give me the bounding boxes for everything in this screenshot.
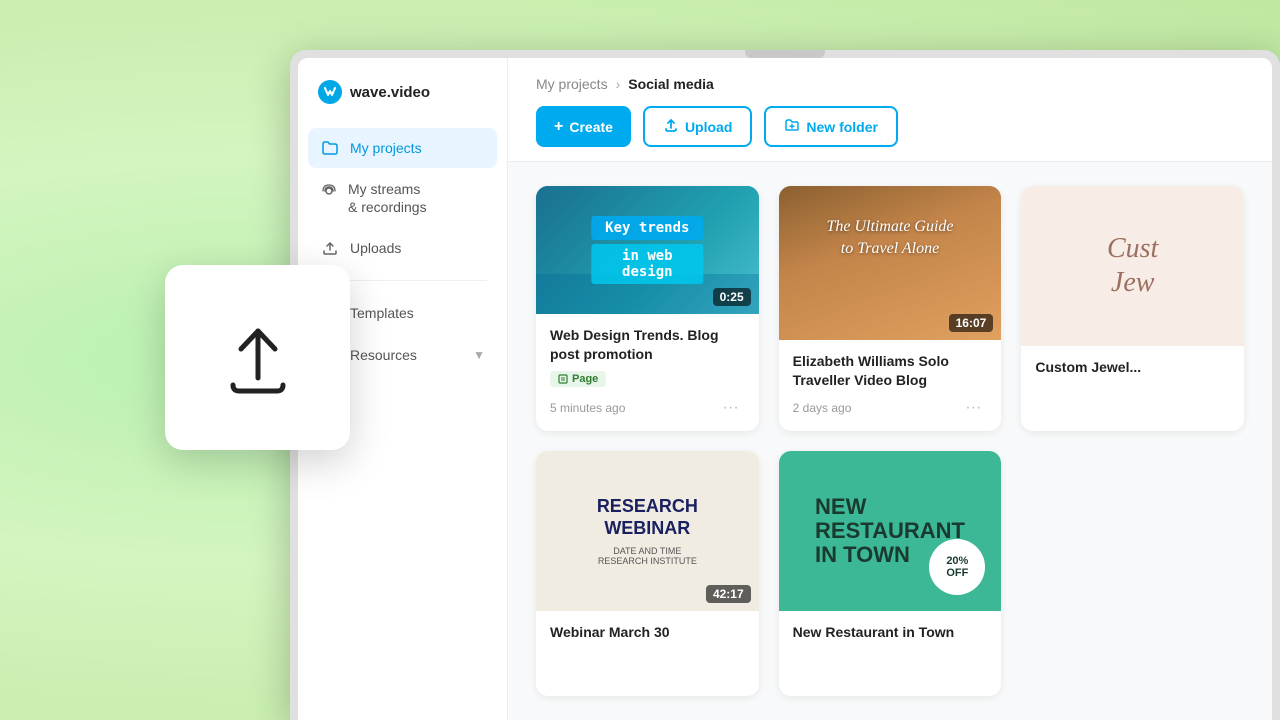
toolbar: + Create Upload <box>536 106 1244 147</box>
breadcrumb: My projects › Social media <box>536 76 1244 92</box>
logo-icon <box>318 80 342 104</box>
travel-thumb-text: The Ultimate Guide to Travel Alone <box>826 216 953 261</box>
card-options-button-travel[interactable]: ··· <box>959 397 987 419</box>
card-meta-travel: 2 days ago ··· <box>793 397 988 419</box>
card-duration-badge-travel: 16:07 <box>949 314 994 332</box>
upload-tooltip <box>165 265 350 450</box>
card-meta: 5 minutes ago ··· <box>550 397 745 419</box>
webinar-sub: DATE AND TIMERESEARCH INSTITUTE <box>597 546 698 566</box>
folder-add-icon <box>784 117 800 136</box>
card-title-jewelry: Custom Jewel... <box>1035 358 1230 378</box>
card-thumbnail-restaurant: NEWRESTAURANTIN TOWN 20% OFF <box>779 451 1002 611</box>
card-thumb-text2: in web design <box>592 244 703 284</box>
project-card-travel-blog[interactable]: The Ultimate Guide to Travel Alone 16:07… <box>779 186 1002 431</box>
breadcrumb-current: Social media <box>628 76 714 92</box>
card-title-restaurant: New Restaurant in Town <box>793 623 988 643</box>
logo-text: wave.video <box>350 84 430 101</box>
card-thumbnail-webinar: RESEARCHWEBINAR DATE AND TIMERESEARCH IN… <box>536 451 759 611</box>
new-folder-button[interactable]: New folder <box>764 106 898 147</box>
streams-label: My streams & recordings <box>348 180 427 216</box>
breadcrumb-parent[interactable]: My projects <box>536 76 608 92</box>
card-duration-badge: 0:25 <box>713 288 751 306</box>
restaurant-discount-badge: 20% OFF <box>929 539 985 595</box>
project-card-restaurant[interactable]: NEWRESTAURANTIN TOWN 20% OFF New Restaur… <box>779 451 1002 696</box>
topbar: My projects › Social media + Create <box>508 58 1272 162</box>
card-thumbnail-web-design: Key trends in web design 0:25 <box>536 186 759 314</box>
logo-area: wave.video <box>298 58 507 128</box>
upload-button[interactable]: Upload <box>643 106 752 147</box>
resources-label: Resources <box>350 347 417 363</box>
camera-notch <box>745 50 825 58</box>
card-info-travel: Elizabeth Williams Solo Traveller Video … <box>779 340 1002 431</box>
card-title-webinar: Webinar March 30 <box>550 623 745 643</box>
upload-icon <box>213 313 303 403</box>
card-thumb-text1: Key trends <box>592 216 703 240</box>
card-duration-badge-webinar: 42:17 <box>706 585 751 603</box>
webinar-title: RESEARCHWEBINAR <box>597 496 698 539</box>
project-card-jewelry[interactable]: Cust Jew Custom Jewel... <box>1021 186 1244 431</box>
card-title: Web Design Trends. Blog post promotion <box>550 326 745 365</box>
sidebar-item-label: My projects <box>350 140 422 156</box>
laptop-screen: wave.video My projects <box>298 58 1272 720</box>
uploads-label: Uploads <box>350 240 401 256</box>
project-card-webinar[interactable]: RESEARCHWEBINAR DATE AND TIMERESEARCH IN… <box>536 451 759 696</box>
upload-button-icon <box>663 117 679 136</box>
card-info-webinar: Webinar March 30 <box>536 611 759 696</box>
templates-label: Templates <box>350 305 414 321</box>
card-thumbnail-travel: The Ultimate Guide to Travel Alone 16:07 <box>779 186 1002 340</box>
upload-nav-icon <box>320 238 340 258</box>
create-button[interactable]: + Create <box>536 106 631 147</box>
streams-icon <box>320 182 338 204</box>
card-options-button[interactable]: ··· <box>717 397 745 419</box>
folder-icon <box>320 138 340 158</box>
card-time-ago: 5 minutes ago <box>550 401 625 415</box>
resources-chevron-icon: ▼ <box>473 348 485 362</box>
laptop-frame: wave.video My projects <box>290 50 1280 720</box>
sidebar-item-uploads[interactable]: Uploads <box>308 228 497 268</box>
card-title-travel: Elizabeth Williams Solo Traveller Video … <box>793 352 988 391</box>
plus-icon: + <box>554 118 563 136</box>
project-card-web-design[interactable]: Key trends in web design 0:25 Web Design… <box>536 186 759 431</box>
content-grid: Key trends in web design 0:25 Web Design… <box>508 162 1272 720</box>
sidebar-item-my-streams[interactable]: My streams & recordings <box>308 170 497 226</box>
card-info-jewelry: Custom Jewel... <box>1021 346 1244 431</box>
card-tag: Page <box>550 371 606 387</box>
card-info-restaurant: New Restaurant in Town <box>779 611 1002 696</box>
breadcrumb-separator: › <box>616 76 621 92</box>
sidebar-item-my-projects[interactable]: My projects <box>308 128 497 168</box>
card-thumbnail-jewelry: Cust Jew <box>1021 186 1244 346</box>
card-info-web-design: Web Design Trends. Blog post promotion P… <box>536 314 759 431</box>
card-time-ago-travel: 2 days ago <box>793 401 852 415</box>
main-content: My projects › Social media + Create <box>508 58 1272 720</box>
